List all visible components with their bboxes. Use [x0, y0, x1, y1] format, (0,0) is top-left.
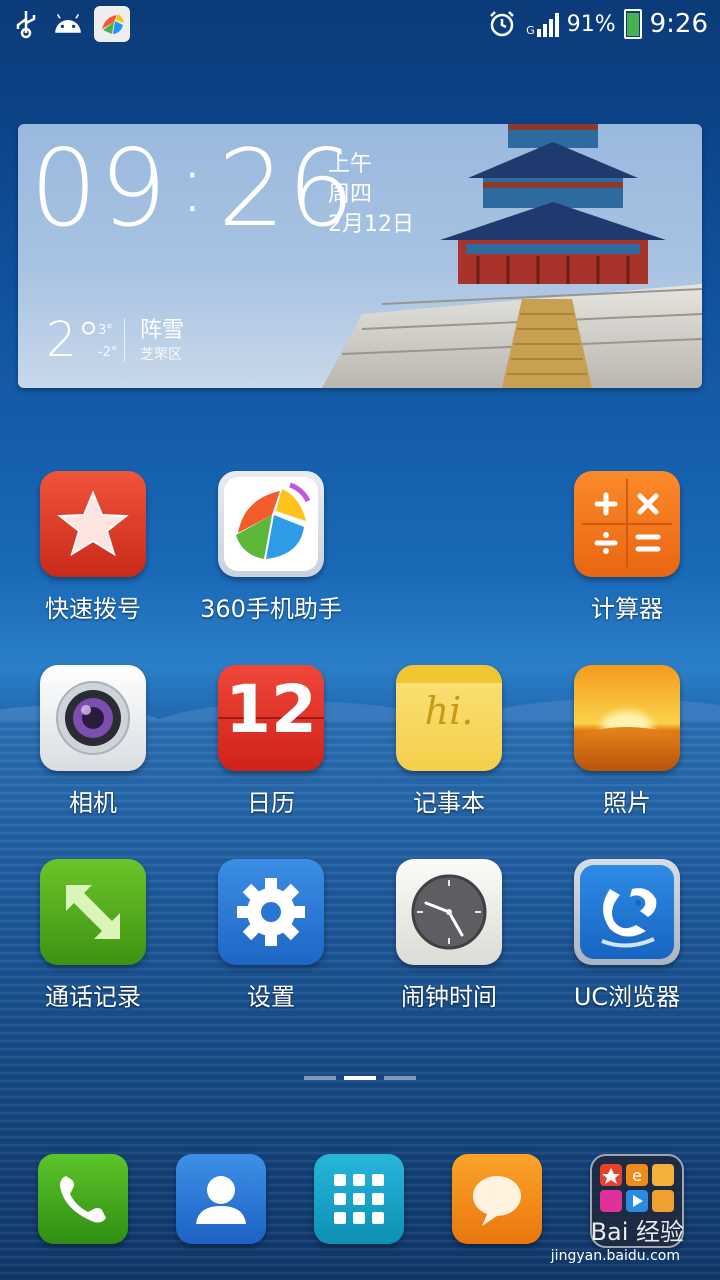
app-label: 闹钟时间 — [401, 983, 497, 1011]
app-label: 设置 — [247, 983, 295, 1011]
call-log-icon — [40, 859, 146, 965]
messages-icon — [473, 1176, 521, 1226]
weather-city: 芝罘区 — [140, 347, 182, 363]
notepad-icon: hi. — [396, 665, 502, 771]
ampm-label: 上午 — [328, 152, 373, 177]
battery-icon — [623, 9, 642, 39]
status-time: 9:26 — [649, 9, 708, 39]
dock-contacts-button[interactable] — [176, 1154, 266, 1244]
app-notepad[interactable]: hi. 记事本 — [369, 665, 529, 818]
app-label: UC浏览器 — [573, 983, 681, 1011]
network-type: G — [526, 23, 535, 37]
app-label: 日历 — [247, 789, 295, 817]
app-calendar[interactable]: 12 日历 — [191, 665, 351, 818]
app360-icon — [94, 6, 130, 42]
weather-divider — [124, 318, 125, 362]
contacts-icon — [196, 1176, 246, 1224]
clock-separator: : — [178, 137, 208, 230]
app-uc-browser[interactable]: UC浏览器 — [547, 859, 707, 1012]
app-label: 相机 — [69, 789, 117, 817]
battery-percent: 91% — [566, 11, 616, 37]
calendar-icon: 12 — [218, 665, 324, 771]
uc-browser-icon — [574, 859, 680, 965]
app-label: 360手机助手 — [200, 595, 342, 623]
app-label: 计算器 — [591, 595, 663, 623]
star-icon — [40, 471, 146, 577]
widget-date-block: 上午 周四 2月12日 — [328, 150, 414, 240]
app-settings[interactable]: 设置 — [191, 859, 351, 1012]
clock-hours: 09 — [30, 127, 169, 250]
page-indicator[interactable] — [304, 1076, 416, 1080]
photos-icon — [574, 665, 680, 771]
app-label: 照片 — [603, 789, 651, 817]
app-label: 快速拨号 — [45, 595, 141, 623]
temp-range: 3° -2° — [98, 320, 117, 364]
app-speed-dial[interactable]: 快速拨号 — [13, 471, 173, 624]
gear-icon — [218, 859, 324, 965]
phone-icon — [60, 1176, 106, 1223]
app-call-log[interactable]: 通话记录 — [13, 859, 173, 1012]
note-text: hi. — [424, 689, 474, 733]
app-calculator[interactable]: 计算器 — [547, 471, 707, 624]
camera-icon — [40, 665, 146, 771]
app-label: 通话记录 — [45, 983, 141, 1011]
low-temp: -2° — [98, 345, 118, 360]
pagoda-image — [440, 124, 666, 284]
clock-weather-widget[interactable]: 09:26 上午 周四 2月12日 2° 3° -2° 阵雪 芝罘区 — [18, 124, 702, 388]
app-label: 记事本 — [413, 789, 485, 817]
app-360-assistant[interactable]: 360手机助手 — [191, 471, 351, 624]
dock-messages-button[interactable] — [452, 1154, 542, 1244]
date-label: 2月12日 — [328, 212, 414, 237]
app-drawer-icon — [334, 1174, 384, 1224]
app-photos[interactable]: 照片 — [547, 665, 707, 818]
page-dot-active[interactable] — [344, 1076, 376, 1080]
dock-phone-button[interactable] — [38, 1154, 128, 1244]
clock-icon — [396, 859, 502, 965]
android-icon — [52, 8, 84, 40]
weather-condition: 阵雪 — [140, 318, 185, 343]
page-dot[interactable] — [384, 1076, 416, 1080]
weekday-label: 周四 — [328, 182, 373, 207]
alarm-icon — [486, 8, 518, 40]
watermark-brand: Bai 经验 — [590, 1218, 684, 1246]
app360-icon — [218, 471, 324, 577]
app-alarm-clock[interactable]: 闹钟时间 — [369, 859, 529, 1012]
usb-icon — [10, 8, 42, 40]
svg-text:e: e — [632, 1166, 642, 1185]
high-temp: 3° — [98, 323, 113, 338]
calendar-day: 12 — [225, 671, 317, 748]
calculator-icon — [574, 471, 680, 577]
app-camera[interactable]: 相机 — [13, 665, 173, 818]
watermark-url: jingyan.baidu.com — [550, 1248, 680, 1264]
current-temp: 2° — [46, 312, 101, 368]
signal-icon — [536, 11, 559, 37]
dock-app-drawer-button[interactable] — [314, 1154, 404, 1244]
widget-clock: 09:26 — [30, 136, 357, 242]
status-bar: G 91% 9:26 — [0, 0, 720, 52]
page-dot[interactable] — [304, 1076, 336, 1080]
